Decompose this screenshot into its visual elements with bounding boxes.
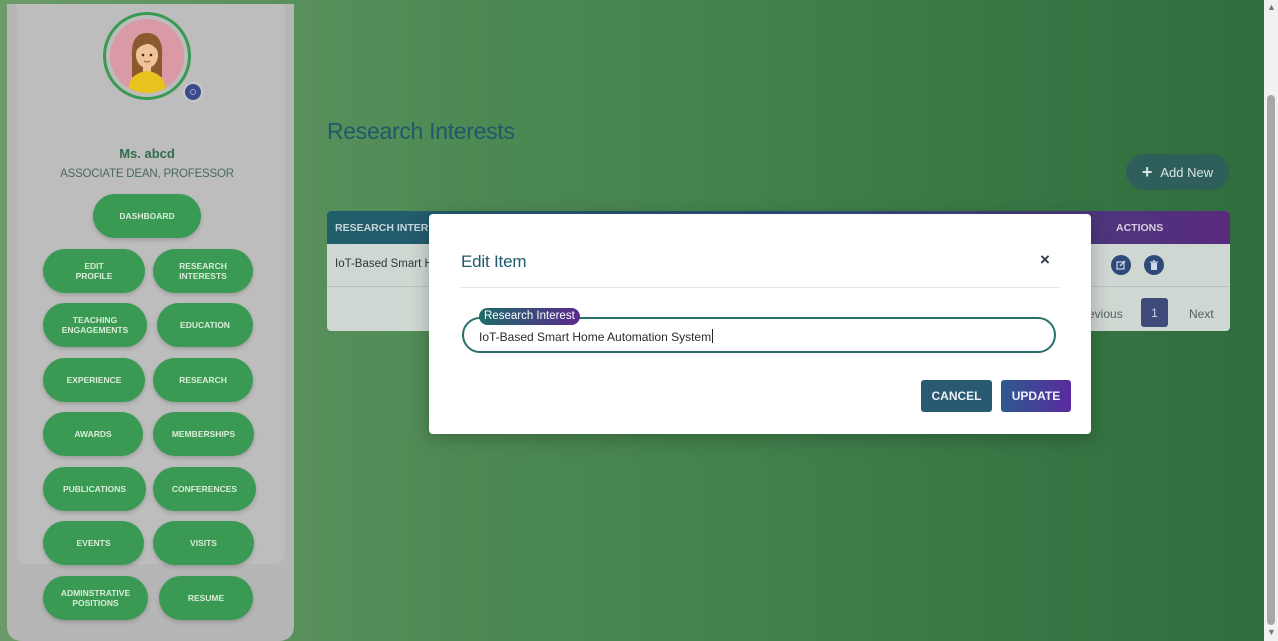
text-caret [712, 329, 714, 343]
column-header-research-interest: RESEARCH INTERE [335, 222, 436, 234]
pagination-page-current[interactable]: 1 [1141, 298, 1168, 327]
pagination-previous[interactable]: evious [1088, 307, 1123, 321]
research-interest-input-value: IoT-Based Smart Home Automation System [479, 330, 712, 344]
page-title: Research Interests [327, 118, 515, 144]
sidebar-item-resume[interactable]: RESUME [159, 576, 253, 620]
sidebar-item-administrative-positions[interactable]: ADMINSTRATIVE POSITIONS [43, 576, 148, 620]
cancel-button[interactable]: CANCEL [921, 380, 992, 412]
sidebar-item-experience[interactable]: EXPERIENCE [43, 358, 145, 402]
research-interest-label: Research Interest [479, 308, 580, 325]
sidebar-item-research-interests[interactable]: RESEARCH INTERESTS [153, 249, 253, 293]
sidebar-item-teaching-engagements[interactable]: TEACHING ENGAGEMENTS [43, 303, 147, 347]
modal-title: Edit Item [461, 252, 527, 271]
profile-name: Ms. abcd [119, 146, 175, 161]
avatar-illustration [110, 19, 184, 93]
plus-icon: + [1141, 162, 1153, 182]
sidebar-item-education[interactable]: EDUCATION [157, 303, 253, 347]
sidebar-item-research[interactable]: RESEARCH [153, 358, 253, 402]
sidebar-item-events[interactable]: EVENTS [43, 521, 144, 565]
close-icon[interactable]: × [1040, 250, 1050, 270]
sidebar-item-dashboard[interactable]: DASHBOARD [93, 194, 201, 238]
edit-item-modal: Edit Item × IoT-Based Smart Home Automat… [429, 214, 1091, 434]
sidebar-item-memberships[interactable]: MEMBERSHIPS [153, 412, 254, 456]
sidebar-item-edit-profile[interactable]: EDIT PROFILE [43, 249, 145, 293]
scroll-up-icon[interactable]: ▲ [1267, 2, 1276, 12]
table-cell-research-interest: IoT-Based Smart H [335, 258, 433, 270]
sidebar-item-publications[interactable]: PUBLICATIONS [43, 467, 146, 511]
add-new-label: Add New [1160, 164, 1214, 180]
profile-title: ASSOCIATE DEAN, PROFESSOR [60, 168, 234, 180]
sidebar-item-conferences[interactable]: CONFERENCES [153, 467, 256, 511]
scrollbar-thumb[interactable] [1267, 95, 1275, 625]
add-new-button[interactable]: + Add New [1126, 154, 1229, 190]
avatar[interactable] [110, 19, 184, 93]
page-scrollbar[interactable]: ▲ ▼ [1264, 0, 1278, 641]
column-header-actions: ACTIONS [1116, 222, 1164, 234]
update-button[interactable]: UPDATE [1001, 380, 1071, 412]
edit-icon[interactable] [1111, 255, 1131, 275]
pagination-next[interactable]: Next [1189, 307, 1214, 321]
delete-icon[interactable] [1144, 255, 1164, 275]
sidebar-item-awards[interactable]: AWARDS [43, 412, 143, 456]
camera-icon[interactable] [183, 82, 203, 102]
scroll-down-icon[interactable]: ▼ [1267, 627, 1276, 637]
sidebar-item-visits[interactable]: VISITS [153, 521, 254, 565]
modal-divider [461, 287, 1059, 288]
